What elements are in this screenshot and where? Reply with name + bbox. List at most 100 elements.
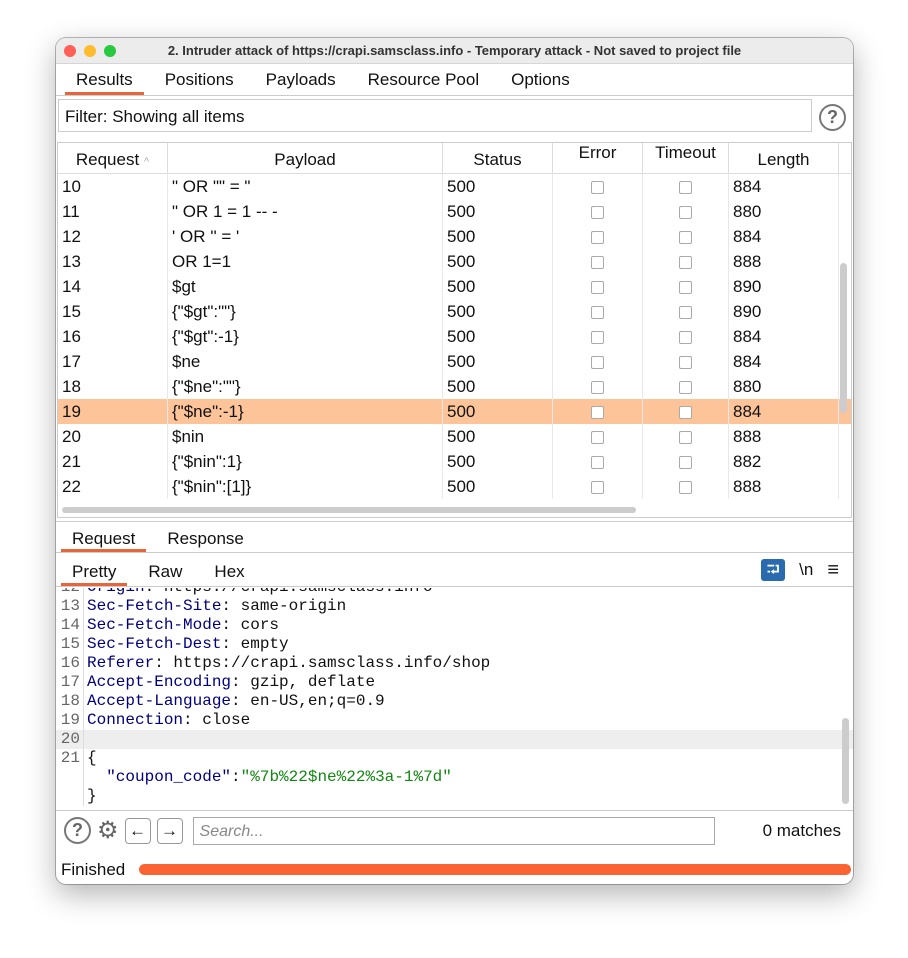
help-icon[interactable]: ? [64,817,91,844]
table-row[interactable]: 18 {"$ne":""} 500 880 [58,374,851,399]
tab-raw[interactable]: Raw [137,554,193,586]
header-value: close [202,711,251,729]
col-length[interactable]: Length [729,143,839,173]
table-row[interactable]: 19 {"$ne":-1} 500 884 [58,399,851,424]
tab-hex[interactable]: Hex [203,554,255,586]
tab-resource-pool[interactable]: Resource Pool [357,64,491,95]
next-arrow-icon[interactable]: → [156,817,183,844]
tab-positions[interactable]: Positions [154,64,245,95]
cell-payload: {"$gt":-1} [168,324,443,349]
col-status[interactable]: Status [443,143,553,173]
timeout-checkbox[interactable] [679,256,692,270]
timeout-checkbox[interactable] [679,306,692,320]
timeout-checkbox[interactable] [679,481,692,495]
col-payload[interactable]: Payload [168,143,443,173]
table-row[interactable]: 20 $nin 500 888 [58,424,851,449]
error-checkbox[interactable] [591,181,604,195]
header-line: 17 Accept-Encoding: gzip, deflate [56,673,853,692]
sort-asc-icon: ^ [143,156,150,168]
line-number: 12 [56,588,84,597]
table-row[interactable]: 15 {"$gt":""} 500 890 [58,299,851,324]
timeout-checkbox[interactable] [679,356,692,370]
error-checkbox[interactable] [591,256,604,270]
tab-payloads[interactable]: Payloads [255,64,347,95]
word-wrap-icon[interactable]: ⮒ [761,559,786,581]
header-value: https://crapi.samsclass.info/shop [173,654,491,672]
cell-request: 13 [58,249,168,274]
cell-request: 22 [58,474,168,499]
request-editor[interactable]: 12Origin: https://crapi.samsclass.info13… [56,588,853,806]
json-brace: } [87,787,97,805]
settings-gear-icon[interactable]: ⚙ [97,816,119,845]
tab-request[interactable]: Request [61,522,147,552]
error-checkbox[interactable] [591,356,604,370]
cell-status: 500 [443,274,553,299]
cell-request: 12 [58,224,168,249]
error-checkbox[interactable] [591,306,604,320]
line-number: 17 [56,673,84,692]
editor-scrollbar[interactable] [842,718,849,804]
timeout-checkbox[interactable] [679,281,692,295]
error-checkbox[interactable] [591,231,604,245]
cell-length: 884 [729,324,839,349]
table-row[interactable]: 11 " OR 1 = 1 -- - 500 880 [58,199,851,224]
cell-request: 11 [58,199,168,224]
timeout-checkbox[interactable] [679,331,692,345]
tab-pretty[interactable]: Pretty [61,554,128,586]
header-name: Sec-Fetch-Site [87,597,222,615]
tab-response[interactable]: Response [156,522,255,552]
header-name: Origin [87,588,145,597]
cell-status: 500 [443,224,553,249]
header-value: empty [240,635,289,653]
previous-arrow-icon[interactable]: ← [124,817,151,844]
tab-options[interactable]: Options [500,64,581,95]
timeout-checkbox[interactable] [679,206,692,220]
help-icon[interactable]: ? [819,104,846,131]
timeout-checkbox[interactable] [679,181,692,195]
error-checkbox[interactable] [591,331,604,345]
table-row[interactable]: 22 {"$nin":[1]} 500 888 [58,474,851,499]
menu-icon[interactable]: ≡ [827,559,839,582]
cell-length: 890 [729,274,839,299]
timeout-checkbox[interactable] [679,381,692,395]
error-checkbox[interactable] [591,381,604,395]
search-input[interactable]: Search... [192,816,715,845]
col-error[interactable]: Error [553,143,643,173]
table-row[interactable]: 16 {"$gt":-1} 500 884 [58,324,851,349]
error-checkbox[interactable] [591,456,604,470]
table-row[interactable]: 13 OR 1=1 500 888 [58,249,851,274]
error-checkbox[interactable] [591,281,604,295]
error-checkbox[interactable] [591,406,604,420]
cell-status: 500 [443,349,553,374]
col-request[interactable]: Request ^ [58,143,168,173]
header-line: 12Origin: https://crapi.samsclass.info [56,588,853,597]
cell-length: 888 [729,474,839,499]
table-row[interactable]: 21 {"$nin":1} 500 882 [58,449,851,474]
timeout-checkbox[interactable] [679,456,692,470]
col-timeout[interactable]: Timeout [643,143,729,173]
filter-bar[interactable]: Filter: Showing all items [58,99,812,132]
close-button[interactable] [64,45,76,57]
line-number: 21 [56,749,84,768]
tab-results[interactable]: Results [65,64,144,95]
match-count: 0 matches [762,820,841,840]
cell-request: 10 [58,174,168,199]
cell-status: 500 [443,449,553,474]
cell-length: 884 [729,349,839,374]
timeout-checkbox[interactable] [679,406,692,420]
table-row[interactable]: 14 $gt 500 890 [58,274,851,299]
error-checkbox[interactable] [591,206,604,220]
timeout-checkbox[interactable] [679,431,692,445]
header-name: Accept-Encoding [87,673,232,691]
timeout-checkbox[interactable] [679,231,692,245]
table-row[interactable]: 10 " OR "" = " 500 884 [58,174,851,199]
error-checkbox[interactable] [591,481,604,495]
newline-toggle[interactable]: \n [799,560,813,580]
minimize-button[interactable] [84,45,96,57]
vertical-scrollbar[interactable] [840,263,847,413]
error-checkbox[interactable] [591,431,604,445]
zoom-button[interactable] [104,45,116,57]
table-row[interactable]: 17 $ne 500 884 [58,349,851,374]
horizontal-scrollbar[interactable] [62,507,636,513]
table-row[interactable]: 12 ' OR '' = ' 500 884 [58,224,851,249]
